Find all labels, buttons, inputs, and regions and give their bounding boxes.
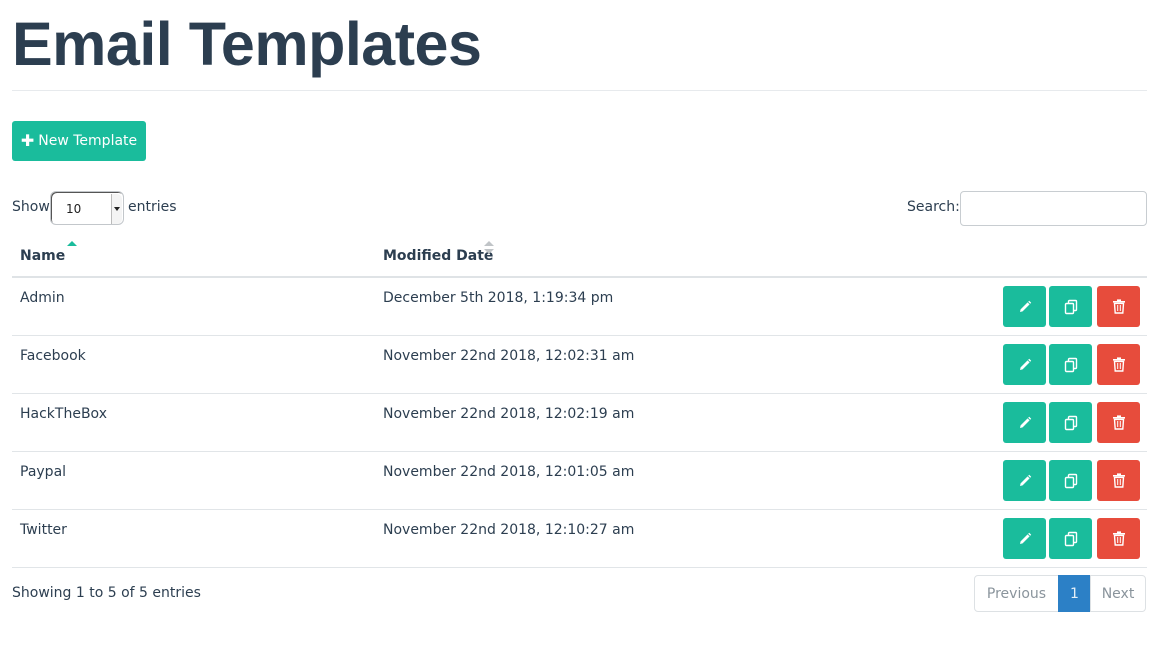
duplicate-button[interactable]: [1049, 344, 1092, 385]
page-title: Email Templates: [12, 10, 482, 78]
modified-date: December 5th 2018, 1:19:34 pm: [383, 290, 614, 306]
trash-icon: [1112, 357, 1125, 372]
row-divider: [12, 567, 1147, 568]
template-name: Paypal: [20, 464, 67, 480]
trash-icon: [1112, 473, 1125, 488]
delete-button[interactable]: [1097, 518, 1140, 559]
duplicate-button[interactable]: [1049, 286, 1092, 327]
search-input[interactable]: [960, 191, 1147, 226]
show-label: Show: [12, 199, 50, 215]
modified-date: November 22nd 2018, 12:10:27 am: [383, 522, 635, 538]
copy-icon: [1064, 357, 1077, 372]
copy-icon: [1064, 415, 1077, 430]
edit-button[interactable]: [1003, 460, 1046, 501]
page-1-button[interactable]: 1: [1058, 575, 1091, 612]
copy-icon: [1064, 299, 1077, 314]
previous-page-button[interactable]: Previous: [974, 575, 1059, 612]
column-header-name-label: Name: [20, 248, 66, 264]
new-template-button[interactable]: ✚ New Template: [12, 121, 146, 161]
table-row: HackTheBox November 22nd 2018, 12:02:19 …: [12, 394, 1147, 452]
edit-button[interactable]: [1003, 344, 1046, 385]
pencil-icon: [1019, 474, 1031, 486]
duplicate-button[interactable]: [1049, 518, 1092, 559]
modified-date: November 22nd 2018, 12:02:19 am: [383, 406, 635, 422]
template-name: Twitter: [20, 522, 67, 538]
new-template-label: New Template: [38, 133, 138, 149]
table-row: Paypal November 22nd 2018, 12:01:05 am: [12, 452, 1147, 510]
delete-button[interactable]: [1097, 286, 1140, 327]
table-info: Showing 1 to 5 of 5 entries: [12, 585, 201, 601]
column-header-modified-label: Modified Date: [383, 248, 494, 264]
trash-icon: [1112, 299, 1125, 314]
delete-button[interactable]: [1097, 344, 1140, 385]
template-name: Facebook: [20, 348, 86, 364]
pencil-icon: [1019, 532, 1031, 544]
copy-icon: [1064, 531, 1077, 546]
entries-per-page-value: 10: [66, 202, 82, 216]
plus-icon: ✚: [20, 131, 35, 150]
modified-date: November 22nd 2018, 12:02:31 am: [383, 348, 635, 364]
pencil-icon: [1019, 358, 1031, 370]
modified-date: November 22nd 2018, 12:01:05 am: [383, 464, 635, 480]
entries-per-page-select[interactable]: 10: [50, 191, 124, 225]
chevron-down-icon: [111, 194, 122, 224]
duplicate-button[interactable]: [1049, 460, 1092, 501]
pagination: Previous 1 Next: [974, 575, 1146, 612]
title-divider: [12, 90, 1147, 91]
pencil-icon: [1019, 300, 1031, 312]
template-name: Admin: [20, 290, 65, 306]
template-name: HackTheBox: [20, 406, 107, 422]
edit-button[interactable]: [1003, 402, 1046, 443]
search-label: Search:: [907, 199, 960, 215]
pencil-icon: [1019, 416, 1031, 428]
sort-ascending-icon: [67, 241, 77, 246]
page: Email Templates ✚ New Template Show 10 e…: [0, 0, 1163, 657]
duplicate-button[interactable]: [1049, 402, 1092, 443]
edit-button[interactable]: [1003, 518, 1046, 559]
entries-label: entries: [128, 199, 177, 215]
trash-icon: [1112, 531, 1125, 546]
delete-button[interactable]: [1097, 402, 1140, 443]
delete-button[interactable]: [1097, 460, 1140, 501]
edit-button[interactable]: [1003, 286, 1046, 327]
table-row: Twitter November 22nd 2018, 12:10:27 am: [12, 510, 1147, 568]
next-page-button[interactable]: Next: [1090, 575, 1146, 612]
table-row: Facebook November 22nd 2018, 12:02:31 am: [12, 336, 1147, 394]
sort-both-icon: [484, 241, 494, 255]
copy-icon: [1064, 473, 1077, 488]
trash-icon: [1112, 415, 1125, 430]
table-row: Admin December 5th 2018, 1:19:34 pm: [12, 278, 1147, 336]
